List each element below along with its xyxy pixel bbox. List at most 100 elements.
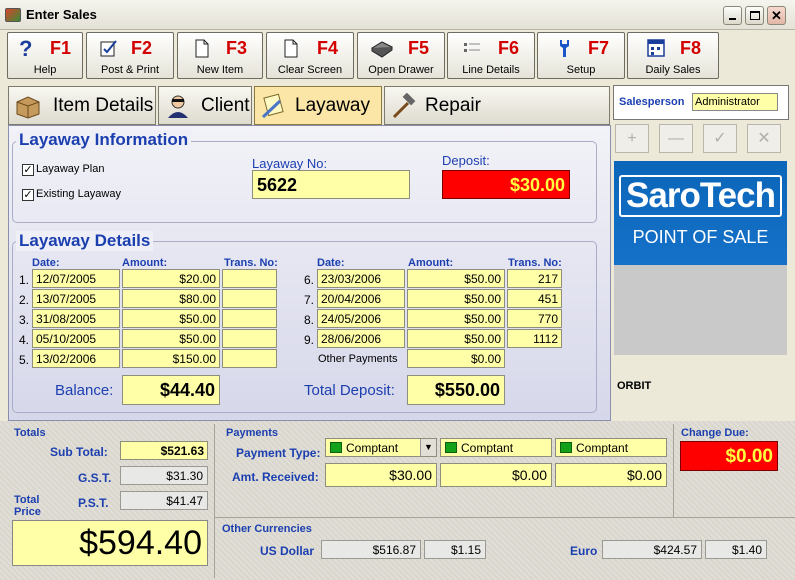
payment-date-field[interactable]: 31/08/2005 [32, 309, 120, 328]
layaway-plan-label: Layaway Plan [36, 163, 105, 175]
f8-key-label: F8 [680, 38, 702, 58]
payment-date-field[interactable]: 23/03/2006 [317, 269, 405, 288]
usd-amount-field: $516.87 [321, 540, 421, 559]
f8-daily-sales-button[interactable]: F8 Daily Sales [627, 32, 719, 79]
amount-header-right: Amount: [408, 257, 454, 269]
layaway-info-title: Layaway Information [16, 130, 192, 150]
total-deposit-field: $550.00 [407, 375, 505, 405]
payment-date-field[interactable]: 20/04/2006 [317, 289, 405, 308]
subtotal-label: Sub Total: [50, 445, 108, 459]
f5-label: Open Drawer [368, 64, 434, 76]
payment-type-value: Comptant [346, 441, 399, 455]
f2-post-print-button[interactable]: F2 Post & Print [86, 32, 174, 79]
clear-screen-icon [284, 39, 298, 58]
payment-amount-field[interactable]: $50.00 [407, 269, 505, 288]
minimize-button[interactable] [723, 6, 742, 25]
check-tool-button[interactable]: ✓ [703, 124, 737, 153]
row-number: 9. [304, 333, 315, 347]
cancel-tool-button[interactable]: ✕ [747, 124, 781, 153]
f6-label: Line Details [462, 64, 520, 76]
subtract-tool-button[interactable]: — [659, 124, 693, 153]
payment-amount-field[interactable]: $50.00 [407, 309, 505, 328]
payment-amount-field[interactable]: $50.00 [407, 289, 505, 308]
pst-field: $41.47 [120, 491, 208, 510]
payment-trans-field[interactable]: 451 [507, 289, 562, 308]
layaway-no-label: Layaway No: [252, 156, 328, 171]
payment-amount-field[interactable]: $20.00 [122, 269, 220, 288]
note-icon [261, 93, 284, 119]
amount-received-field-2[interactable]: $0.00 [440, 463, 552, 487]
calendar-icon [647, 39, 665, 57]
payment-date-field[interactable]: 12/07/2005 [32, 269, 120, 288]
add-tool-button[interactable]: + [615, 124, 649, 153]
window-title: Enter Sales [26, 7, 97, 22]
payment-type-value: Comptant [461, 441, 514, 455]
amount-received-field-3[interactable]: $0.00 [555, 463, 667, 487]
other-currencies-title: Other Currencies [222, 523, 312, 535]
amount-received-label: Amt. Received: [232, 470, 319, 484]
row-number: 7. [304, 293, 315, 307]
f1-help-button[interactable]: ? F1 Help [7, 32, 83, 79]
amount-received-field-1[interactable]: $30.00 [325, 463, 437, 487]
close-button[interactable]: ✕ [767, 6, 786, 25]
row-number: 4. [19, 333, 30, 347]
tab-layaway[interactable]: Layaway [254, 86, 382, 125]
salesperson-field[interactable]: Administrator [692, 93, 778, 111]
f5-open-drawer-button[interactable]: F5 Open Drawer [357, 32, 445, 79]
payment-trans-field[interactable] [222, 329, 277, 348]
payment-type-field-2[interactable]: Comptant [440, 438, 552, 457]
divider [214, 424, 215, 578]
payment-trans-field[interactable]: 1112 [507, 329, 562, 348]
payment-amount-field[interactable]: $150.00 [122, 349, 220, 368]
payment-type-field-3[interactable]: Comptant [555, 438, 667, 457]
f1-label: Help [33, 64, 57, 76]
usd-label: US Dollar [260, 544, 315, 558]
other-payments-field[interactable]: $0.00 [407, 349, 505, 368]
existing-layaway-label: Existing Layaway [36, 188, 121, 200]
payment-date-field[interactable]: 05/10/2005 [32, 329, 120, 348]
other-payments-label: Other Payments [318, 353, 398, 365]
payment-trans-field[interactable]: 217 [507, 269, 562, 288]
payment-date-field[interactable]: 28/06/2006 [317, 329, 405, 348]
euro-rate-field: $1.40 [705, 540, 767, 559]
gst-field: $31.30 [120, 466, 208, 485]
f4-clear-screen-button[interactable]: F4 Clear Screen [266, 32, 354, 79]
payment-amount-field[interactable]: $50.00 [407, 329, 505, 348]
f8-label: Daily Sales [645, 64, 701, 76]
f6-line-details-button[interactable]: F6 Line Details [447, 32, 535, 79]
payment-trans-field[interactable] [222, 349, 277, 368]
f7-key-label: F7 [588, 38, 610, 58]
hammer-icon [392, 93, 416, 119]
payment-trans-field[interactable]: 770 [507, 309, 562, 328]
deposit-field[interactable]: $30.00 [442, 170, 570, 199]
f7-label: Setup [566, 64, 596, 76]
maximize-button[interactable] [745, 6, 764, 25]
payment-amount-field[interactable]: $50.00 [122, 309, 220, 328]
layaway-plan-checkbox[interactable]: ✓ [22, 164, 34, 176]
payment-amount-field[interactable]: $50.00 [122, 329, 220, 348]
euro-amount-field: $424.57 [602, 540, 702, 559]
total-price-field: $594.40 [12, 520, 208, 566]
payment-date-field[interactable]: 13/07/2005 [32, 289, 120, 308]
payment-trans-field[interactable] [222, 309, 277, 328]
payment-date-field[interactable]: 24/05/2006 [317, 309, 405, 328]
trans-header: Trans. No: [224, 257, 278, 269]
payment-trans-field[interactable] [222, 269, 277, 288]
payment-date-field[interactable]: 13/02/2006 [32, 349, 120, 368]
f6-key-label: F6 [498, 38, 520, 58]
tab-repair[interactable]: Repair [384, 86, 610, 125]
existing-layaway-checkbox[interactable]: ✓ [22, 189, 34, 201]
f3-new-item-button[interactable]: F3 New Item [177, 32, 263, 79]
layaway-no-field[interactable]: 5622 [252, 170, 410, 199]
payment-trans-field[interactable] [222, 289, 277, 308]
row-number: 6. [304, 273, 315, 287]
title-bar: Enter Sales ✕ [0, 0, 795, 30]
logo-wordmark: SaroTech [619, 175, 782, 217]
payment-type-select[interactable]: Comptant ▼ [325, 438, 437, 457]
f7-setup-button[interactable]: F7 Setup [537, 32, 625, 79]
tab-item-details[interactable]: Item Details [8, 86, 156, 125]
chevron-down-icon[interactable]: ▼ [420, 439, 436, 456]
line-details-icon [464, 43, 480, 52]
tab-client[interactable]: Client [158, 86, 252, 125]
payment-amount-field[interactable]: $80.00 [122, 289, 220, 308]
